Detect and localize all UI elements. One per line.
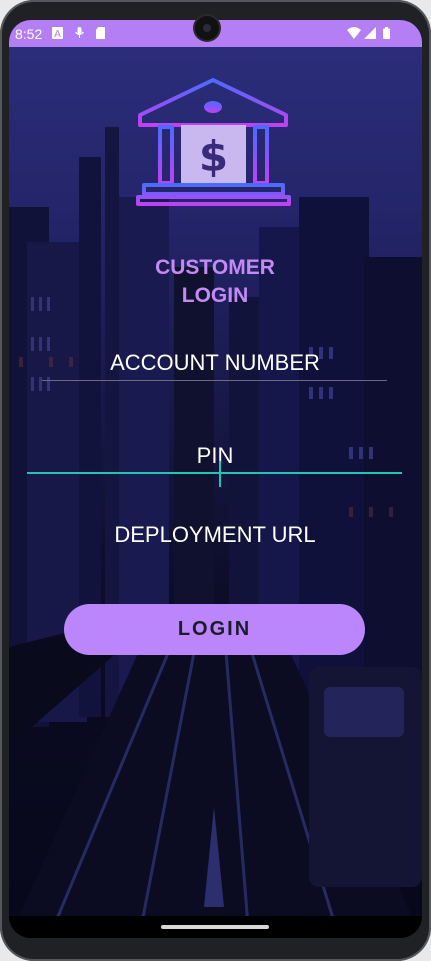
front-camera (195, 16, 219, 40)
phone-frame: 8:52 A $ CUSTOMER LOGIN ACCOUNT NUMBER P… (0, 0, 431, 961)
pin-underline (27, 472, 402, 474)
home-gesture-handle[interactable] (161, 925, 269, 929)
bank-dollar-icon: $ (136, 78, 291, 206)
battery-icon (383, 27, 390, 39)
navigation-bar (9, 916, 422, 938)
login-button[interactable]: LOGIN (64, 604, 365, 655)
svg-text:A: A (54, 29, 61, 39)
status-time: 8:52 (15, 26, 43, 42)
svg-text:$: $ (199, 132, 228, 181)
notification-a-icon: A (52, 27, 63, 39)
mic-notification-icon (75, 27, 84, 38)
sd-card-icon (96, 27, 105, 39)
text-cursor (219, 461, 221, 487)
pin-field[interactable]: PIN (35, 443, 395, 469)
deployment-url-field[interactable]: DEPLOYMENT URL (35, 522, 395, 548)
account-number-field[interactable]: ACCOUNT NUMBER (35, 350, 395, 376)
account-number-underline (42, 380, 387, 381)
cell-signal-icon (364, 27, 376, 39)
screen: 8:52 A $ CUSTOMER LOGIN ACCOUNT NUMBER P… (9, 20, 422, 938)
wifi-icon (347, 27, 361, 39)
page-title: CUSTOMER LOGIN (155, 256, 275, 307)
